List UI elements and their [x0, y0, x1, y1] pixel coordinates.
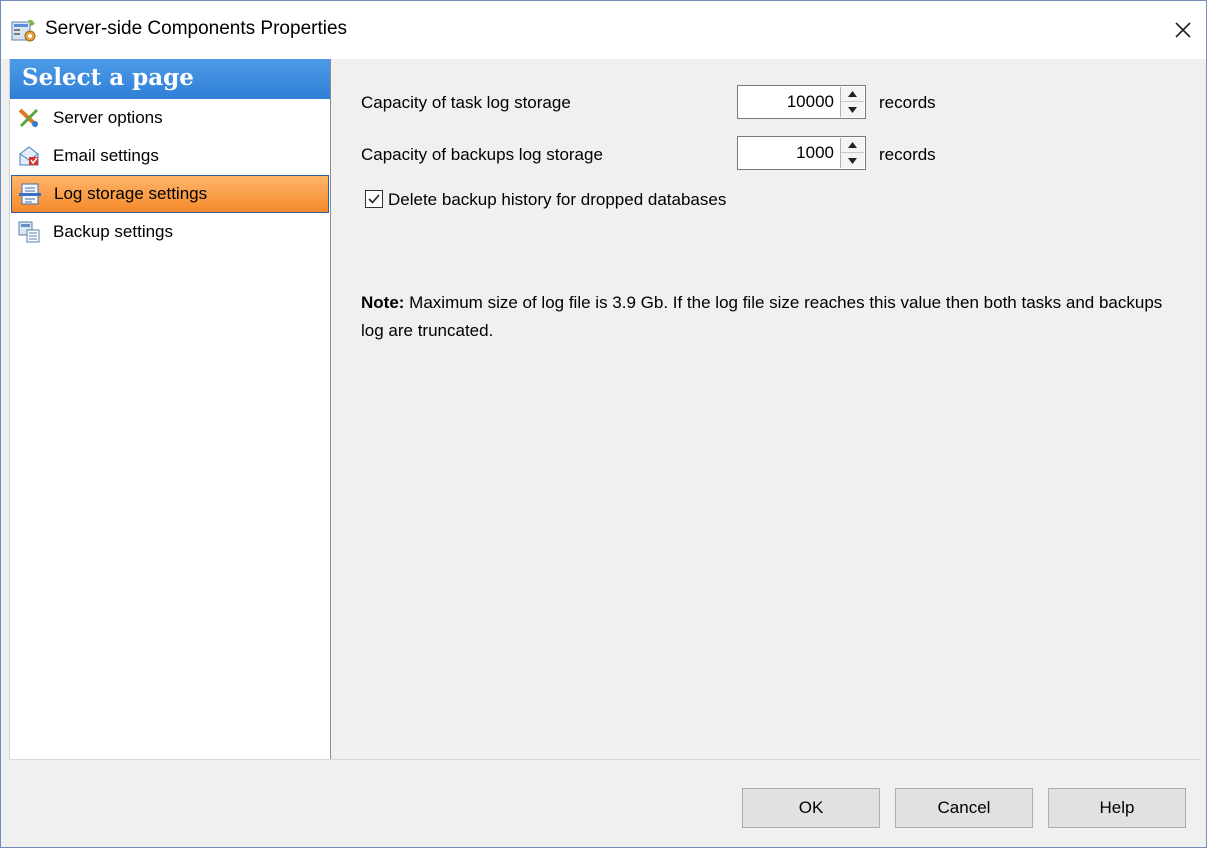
sidebar-item-server-options[interactable]: Server options [11, 99, 329, 137]
backups-log-capacity-spinner[interactable] [737, 136, 866, 170]
checkmark-icon [368, 194, 380, 204]
decrement-button[interactable] [841, 153, 864, 168]
task-log-unit: records [879, 93, 936, 112]
backups-log-capacity-label: Capacity of backups log storage [361, 145, 603, 164]
help-button[interactable]: Help [1048, 788, 1186, 828]
page-selector: Select a page Server options Email setti… [9, 59, 331, 759]
footer-divider [9, 759, 1200, 760]
task-log-capacity-spinner[interactable] [737, 85, 866, 119]
close-icon [1175, 22, 1191, 38]
delete-history-checkbox[interactable] [365, 190, 383, 208]
arrow-down-icon [848, 157, 857, 164]
arrow-up-icon [848, 142, 857, 148]
increment-button[interactable] [841, 138, 864, 153]
delete-history-label[interactable]: Delete backup history for dropped databa… [388, 190, 726, 210]
arrow-down-icon [848, 106, 857, 113]
server-options-icon [18, 108, 39, 128]
arrow-up-icon [848, 91, 857, 97]
backup-icon [18, 221, 40, 243]
sidebar-item-log-storage-settings[interactable]: Log storage settings [11, 175, 329, 213]
decrement-button[interactable] [841, 102, 864, 117]
window-title: Server-side Components Properties [45, 18, 348, 39]
properties-icon [11, 20, 36, 42]
sidebar-header: Select a page [10, 59, 330, 99]
spinner-buttons [840, 87, 864, 117]
log-storage-icon [19, 183, 41, 205]
title-bar[interactable]: Server-side Components Properties [1, 1, 1206, 59]
sidebar-item-label: Server options [53, 108, 163, 127]
spinner-buttons [840, 138, 864, 168]
email-icon [19, 146, 39, 166]
increment-button[interactable] [841, 87, 864, 102]
backups-log-capacity-input[interactable] [738, 137, 838, 169]
ok-button[interactable]: OK [742, 788, 880, 828]
sidebar-item-label: Backup settings [53, 222, 174, 241]
properties-dialog: Server-side Components Properties Select… [0, 0, 1207, 848]
sidebar-item-backup-settings[interactable]: Backup settings [11, 213, 329, 251]
sidebar-item-label: Log storage settings [54, 184, 208, 203]
note-prefix: Note: [361, 293, 405, 312]
note-body: Maximum size of log file is 3.9 Gb. If t… [361, 293, 1163, 340]
task-log-capacity-label: Capacity of task log storage [361, 93, 571, 112]
cancel-button[interactable]: Cancel [895, 788, 1033, 828]
sidebar-item-email-settings[interactable]: Email settings [11, 137, 329, 175]
task-log-capacity-input[interactable] [738, 86, 838, 118]
sidebar-item-label: Email settings [53, 146, 159, 165]
note-text: Note: Maximum size of log file is 3.9 Gb… [361, 289, 1181, 345]
close-button[interactable] [1160, 1, 1206, 59]
backups-log-unit: records [879, 145, 936, 164]
log-storage-settings-panel: Capacity of task log storage records Cap… [332, 59, 1206, 759]
